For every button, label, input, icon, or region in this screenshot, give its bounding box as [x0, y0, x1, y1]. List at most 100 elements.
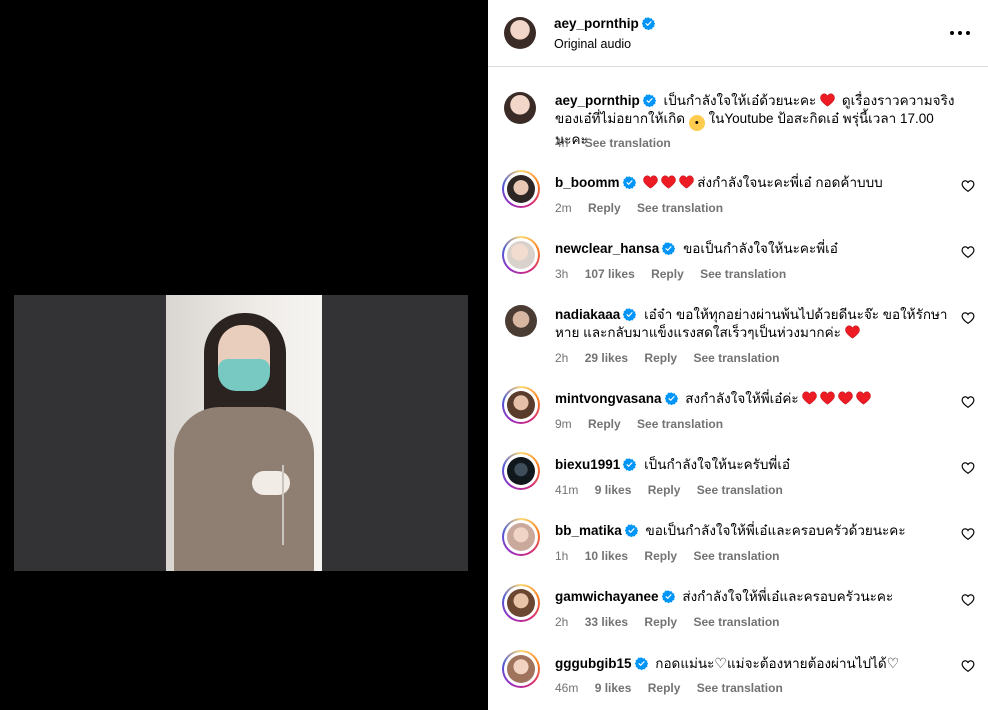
see-translation-button[interactable]: See translation	[637, 201, 723, 215]
verified-badge-icon	[623, 458, 636, 471]
video-still-image	[166, 295, 322, 571]
story-ring[interactable]	[502, 518, 540, 556]
comment-timestamp[interactable]: 2m	[555, 201, 572, 215]
likes-count[interactable]: 29 likes	[585, 351, 628, 365]
heart-outline-icon[interactable]	[961, 245, 975, 259]
commenter-username[interactable]: b_boomm	[555, 175, 636, 190]
video-player[interactable]	[14, 295, 468, 571]
caption-username[interactable]: aey_pornthip	[555, 93, 656, 108]
verified-badge-icon	[625, 524, 638, 537]
likes-count[interactable]: 10 likes	[585, 549, 628, 563]
heart-outline-icon[interactable]	[961, 311, 975, 325]
likes-count[interactable]: 33 likes	[585, 615, 628, 629]
commenter-username[interactable]: bb_matika	[555, 523, 638, 538]
commenter-avatar[interactable]	[507, 523, 535, 551]
comment-timestamp[interactable]: 41m	[555, 483, 578, 497]
commenter-avatar[interactable]	[507, 391, 535, 419]
comment-text: biexu1991 เป็นกำลังใจให้นะครับพี่เอ๋	[555, 457, 791, 472]
commenter-username[interactable]: gggubgib15	[555, 656, 648, 671]
commenter-avatar[interactable]	[507, 457, 535, 485]
see-translation-button[interactable]: See translation	[637, 417, 723, 431]
comment-timestamp[interactable]: 46m	[555, 681, 578, 695]
caption-timestamp[interactable]: 4h	[555, 136, 568, 150]
verified-badge-icon	[662, 242, 675, 255]
white-heart-emoji-icon: ♡	[714, 655, 727, 671]
comment-text: gggubgib15 กอดแม่นะ♡แม่จะต้องหายต้องผ่าน…	[555, 655, 900, 671]
see-translation-button[interactable]: See translation	[697, 681, 783, 695]
see-translation-button[interactable]: See translation	[700, 267, 786, 281]
comment-text: nadiakaaa เอ๋จ๋า ขอให้ทุกอย่างผ่านพ้นไปด…	[555, 307, 948, 340]
reply-button[interactable]: Reply	[588, 417, 621, 431]
story-ring[interactable]	[502, 452, 540, 490]
commenter-username[interactable]: nadiakaaa	[555, 307, 636, 322]
heart-outline-icon[interactable]	[961, 179, 975, 193]
reply-button[interactable]: Reply	[588, 201, 621, 215]
comment-timestamp[interactable]: 1h	[555, 549, 568, 563]
reply-button[interactable]: Reply	[644, 549, 677, 563]
see-translation-button[interactable]: See translation	[693, 549, 779, 563]
audio-link[interactable]: Original audio	[554, 37, 631, 51]
comment-text: b_boomm ส่งกำลังใจนะคะพี่เอ๋ กอดค้าบบบ	[555, 174, 883, 192]
verified-badge-icon	[662, 590, 675, 603]
comment-meta: 46m 9 likes Reply See translation	[555, 681, 796, 695]
commenter-avatar[interactable]	[507, 655, 535, 683]
commenter-username[interactable]: newclear_hansa	[555, 241, 675, 256]
likes-count[interactable]: 9 likes	[595, 681, 632, 695]
post-media	[0, 0, 488, 710]
red-heart-emoji-icon	[838, 391, 853, 405]
commenter-username[interactable]: gamwichayanee	[555, 589, 675, 604]
red-hearts-emoji	[643, 174, 697, 192]
comment-text: gamwichayanee ส่งกำลังใจให้พี่เอ๋และครอบ…	[555, 589, 894, 604]
comment-text: newclear_hansa ขอเป็นกำลังใจให้นะคะพี่เอ…	[555, 241, 838, 256]
commenter-username[interactable]: biexu1991	[555, 457, 636, 472]
red-hearts-emoji	[802, 390, 874, 408]
heart-outline-icon[interactable]	[961, 461, 975, 475]
comment-timestamp[interactable]: 3h	[555, 267, 568, 281]
verified-badge-icon	[623, 176, 636, 189]
more-options-icon[interactable]	[948, 24, 972, 42]
see-translation-button[interactable]: See translation	[693, 615, 779, 629]
red-heart-emoji-icon	[845, 325, 860, 339]
white-heart-emoji-icon: ♡	[886, 655, 900, 671]
likes-count[interactable]: 107 likes	[585, 267, 635, 281]
see-translation-button[interactable]: See translation	[585, 136, 671, 150]
heart-outline-icon[interactable]	[961, 593, 975, 607]
author-avatar[interactable]	[504, 92, 536, 124]
commenter-username[interactable]: mintvongvasana	[555, 391, 678, 406]
comment-timestamp[interactable]: 9m	[555, 417, 572, 431]
author-username[interactable]: aey_pornthip	[554, 16, 655, 31]
reply-button[interactable]: Reply	[644, 351, 677, 365]
comment-timestamp[interactable]: 2h	[555, 351, 568, 365]
post-side-panel: aey_pornthip Original audio aey_pornthip…	[488, 0, 988, 710]
heart-outline-icon[interactable]	[961, 659, 975, 673]
reply-button[interactable]: Reply	[648, 483, 681, 497]
heart-outline-icon[interactable]	[961, 395, 975, 409]
verified-badge-icon	[665, 392, 678, 405]
reply-button[interactable]: Reply	[644, 615, 677, 629]
story-ring[interactable]	[502, 170, 540, 208]
see-translation-button[interactable]: See translation	[697, 483, 783, 497]
heart-outline-icon[interactable]	[961, 527, 975, 541]
crying-face-emoji-icon: •	[688, 115, 705, 131]
commenter-avatar[interactable]	[507, 175, 535, 203]
verified-badge-icon	[642, 17, 655, 30]
comment-timestamp[interactable]: 2h	[555, 615, 568, 629]
comment-text: bb_matika ขอเป็นกำลังใจให้พี่เอ๋และครอบค…	[555, 523, 906, 538]
comment-meta: 2m Reply See translation	[555, 201, 736, 215]
commenter-avatar[interactable]	[505, 305, 537, 337]
story-ring[interactable]	[502, 386, 540, 424]
comment-meta: 9m Reply See translation	[555, 417, 736, 431]
author-avatar[interactable]	[504, 17, 536, 49]
comment-meta: 41m 9 likes Reply See translation	[555, 483, 796, 497]
see-translation-button[interactable]: See translation	[693, 351, 779, 365]
commenter-avatar[interactable]	[507, 241, 535, 269]
commenter-avatar[interactable]	[507, 589, 535, 617]
red-heart-emoji-icon	[802, 391, 817, 405]
story-ring[interactable]	[502, 650, 540, 688]
red-heart-emoji-icon	[820, 93, 835, 107]
reply-button[interactable]: Reply	[651, 267, 684, 281]
likes-count[interactable]: 9 likes	[595, 483, 632, 497]
reply-button[interactable]: Reply	[648, 681, 681, 695]
story-ring[interactable]	[502, 236, 540, 274]
story-ring[interactable]	[502, 584, 540, 622]
